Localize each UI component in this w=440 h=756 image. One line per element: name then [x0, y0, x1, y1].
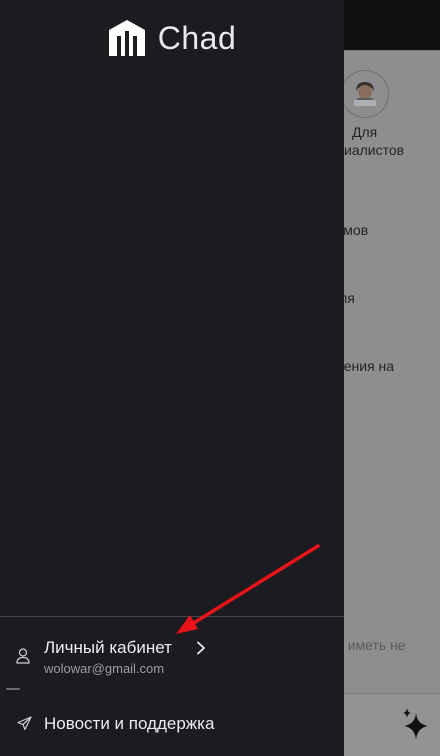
news-support-menu-item[interactable]: Новости и поддержка	[0, 700, 344, 750]
person-icon	[16, 648, 30, 664]
drawer-header: Chad	[0, 0, 344, 76]
account-email: wolowar@gmail.com	[44, 661, 165, 676]
background-text: и иметь не	[336, 637, 406, 653]
background-text: нения на	[336, 358, 395, 374]
app-title: Chad	[157, 19, 237, 56]
news-support-label: Новости и поддержка	[44, 714, 215, 733]
background-text: циалистов	[336, 142, 405, 158]
chad-logo-icon	[108, 20, 145, 56]
sparkle-icon	[403, 708, 428, 740]
navigation-drawer: Chad Личный кабинет wolowar@gmail.com Но…	[0, 0, 344, 756]
account-label: Личный кабинет	[44, 638, 172, 657]
scroll-indicator	[6, 688, 20, 690]
technologist-emoji-icon	[341, 70, 389, 118]
send-icon	[17, 716, 32, 731]
chevron-right-icon	[197, 641, 205, 655]
background-text: Для	[352, 124, 378, 140]
